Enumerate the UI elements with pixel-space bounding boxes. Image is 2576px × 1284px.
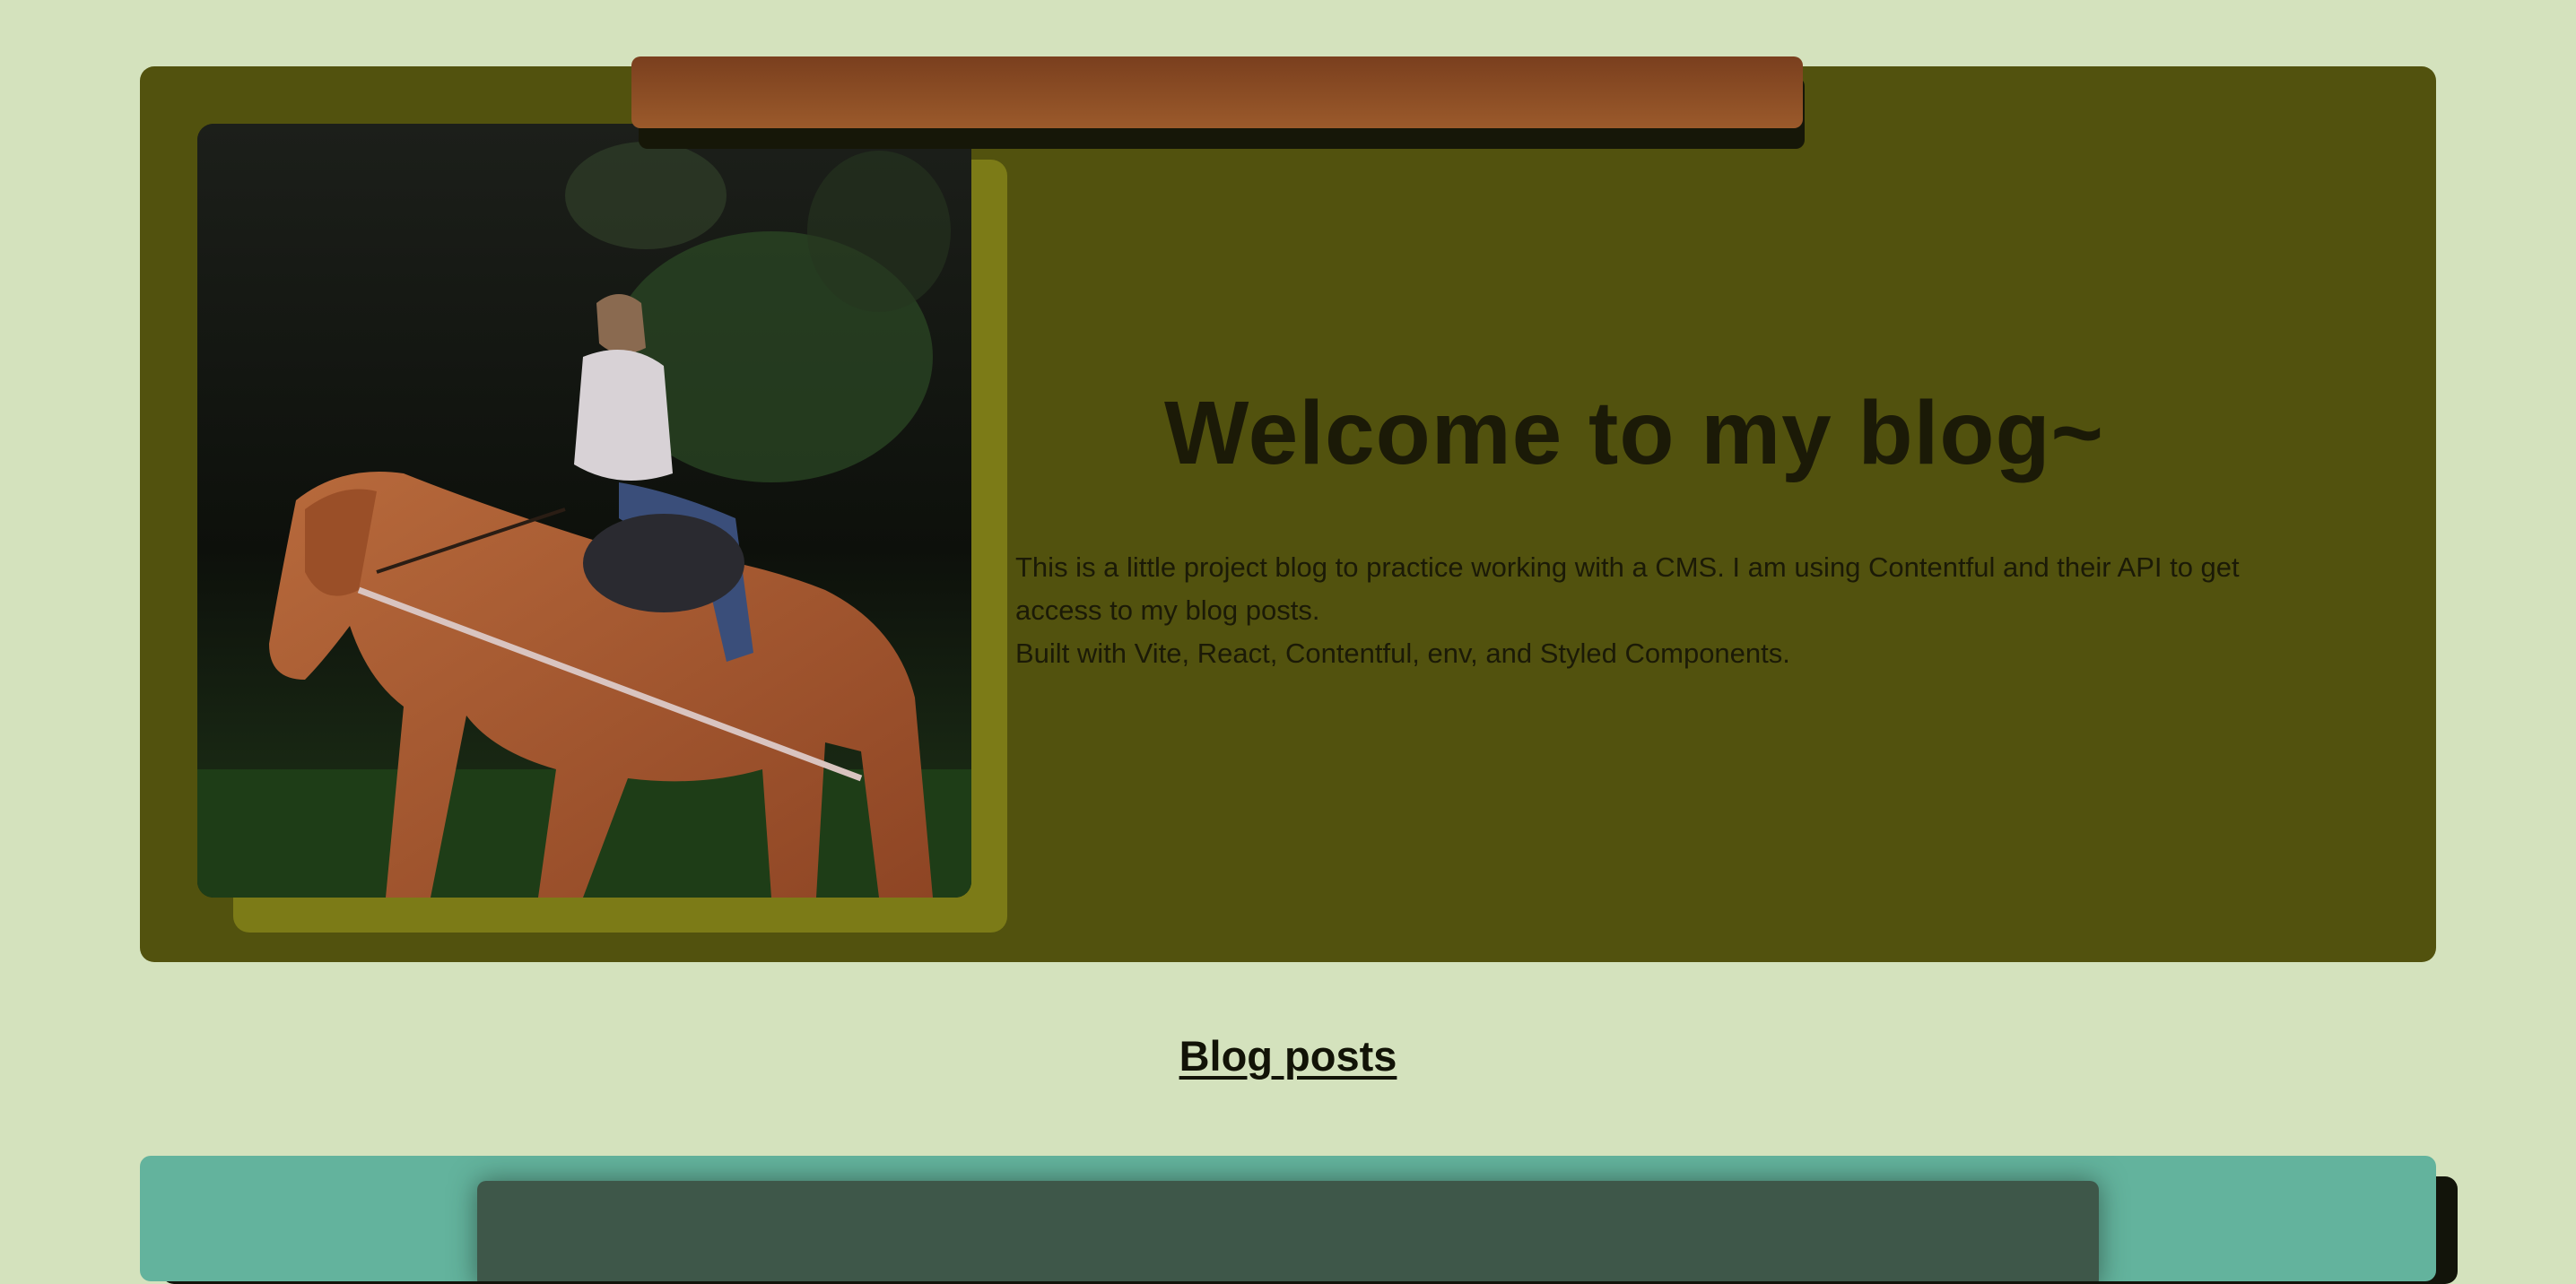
hero-photo [197, 124, 971, 898]
hero-description: This is a little project blog to practic… [1015, 546, 2289, 675]
hero-banner: Welcome to my blog~ This is a little pro… [140, 66, 2436, 962]
page-title: Welcome to my blog~ [1164, 383, 2104, 483]
blog-post-card[interactable] [140, 1156, 2436, 1281]
hero-tech-stack: Built with Vite, React, Contentful, env,… [1015, 638, 1790, 669]
post-thumbnail[interactable] [631, 56, 1803, 128]
hero-text-block: Welcome to my blog~ This is a little pro… [1015, 382, 2415, 675]
post-card-inner [477, 1181, 2099, 1281]
blog-posts-heading: Blog posts [1179, 1032, 1397, 1080]
hero-description-line: This is a little project blog to practic… [1015, 551, 2240, 626]
horse-rider-image [197, 124, 971, 898]
